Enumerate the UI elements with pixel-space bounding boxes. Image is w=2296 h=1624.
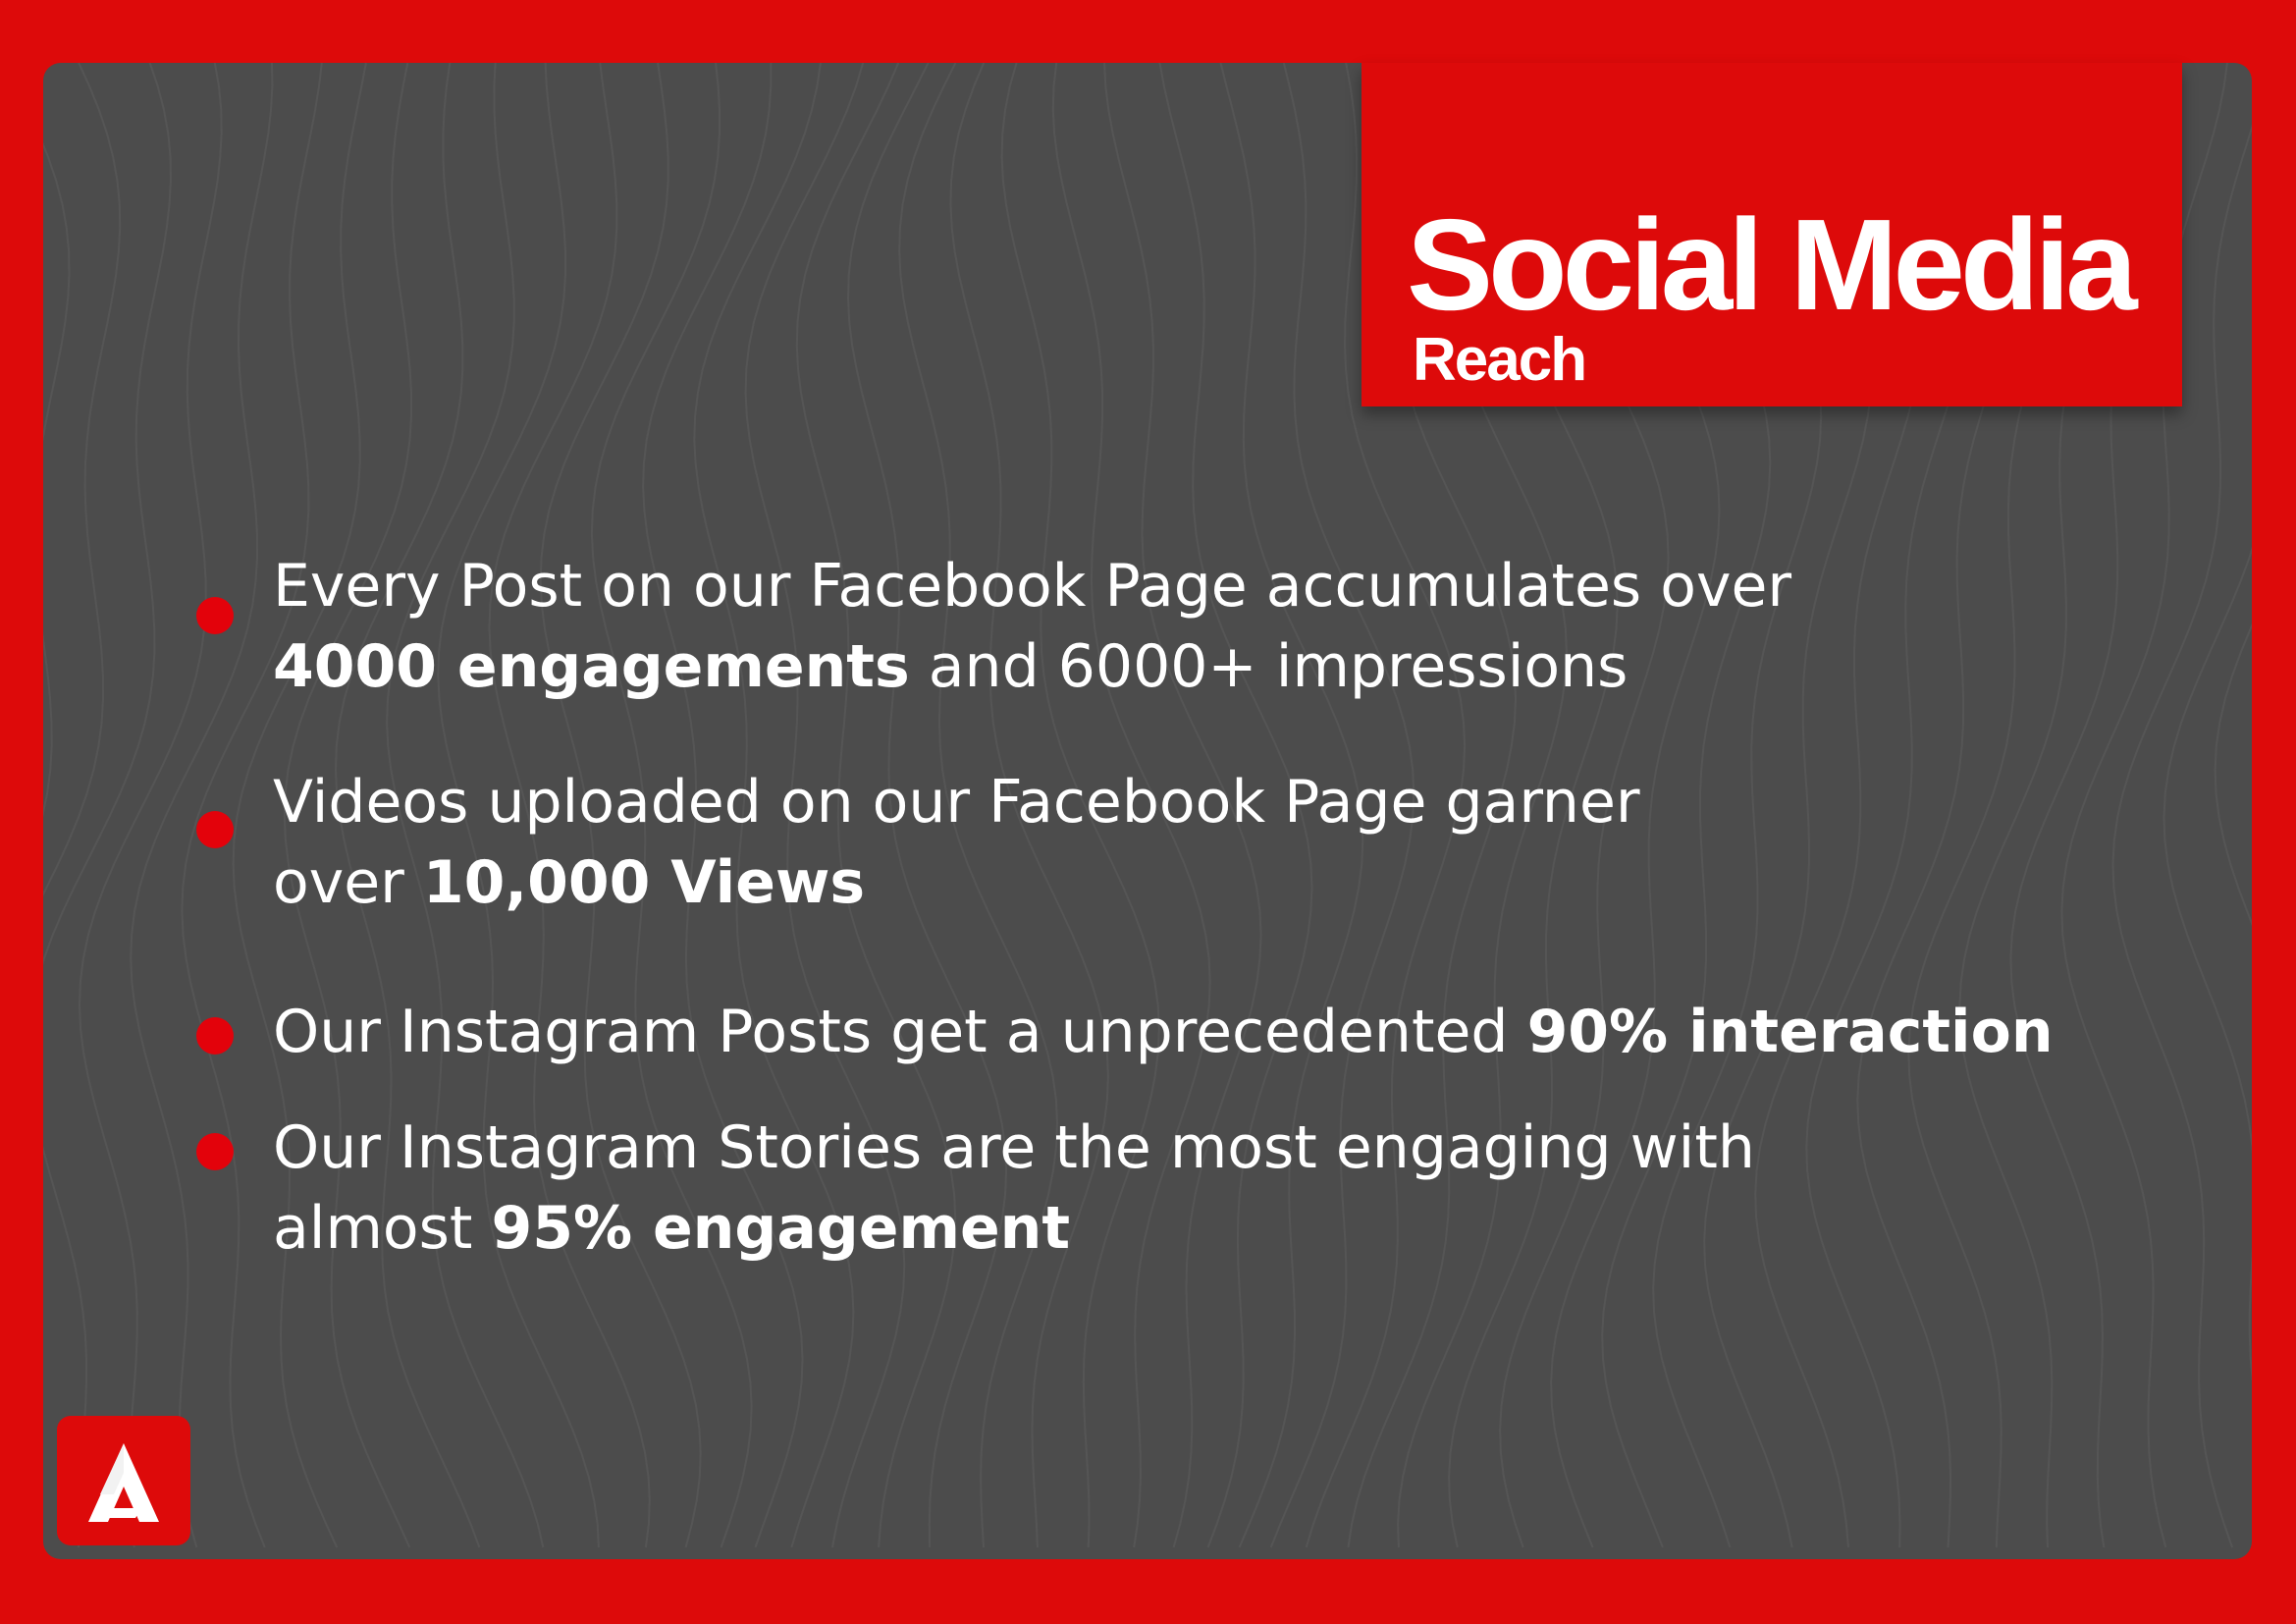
- title-box: Social Media Reach: [1362, 63, 2182, 406]
- bullet-1-line-2: 4000 engagements and 6000+ impressions: [273, 626, 1791, 707]
- wavy-line: [78, 63, 223, 1548]
- bullet-4-line-2-pre: almost: [273, 1194, 492, 1263]
- bullet-item-4: Our Instagram Stories are the most engag…: [273, 1108, 1755, 1269]
- bullet-2-line-2-pre: over: [273, 848, 423, 917]
- wavy-line: [43, 63, 172, 1548]
- bullet-1-highlight: 4000 engagements: [273, 632, 910, 701]
- wavy-line: [43, 63, 122, 896]
- bullet-item-3: Our Instagram Posts get a unprecedented …: [273, 992, 2054, 1072]
- page-title: Social Media: [1407, 192, 2138, 337]
- brand-logo: [57, 1416, 190, 1545]
- bullet-3-line-1: Our Instagram Posts get a unprecedented …: [273, 992, 2054, 1072]
- bullet-item-2: Videos uploaded on our Facebook Page gar…: [273, 762, 1640, 923]
- bullet-4-line-2: almost 95% engagement: [273, 1188, 1755, 1269]
- bullet-3-line-1-pre: Our Instagram Posts get a unprecedented: [273, 998, 1527, 1066]
- bullet-dot-2: [196, 811, 234, 848]
- bullet-2-highlight: 10,000 Views: [422, 848, 866, 917]
- a-letter-logo-icon: [88, 1443, 159, 1522]
- bullet-4-line-1: Our Instagram Stories are the most engag…: [273, 1113, 1755, 1182]
- bullet-item-1: Every Post on our Facebook Page accumula…: [273, 546, 1791, 707]
- bullet-dot-1: [196, 597, 234, 634]
- bullet-dot-3: [196, 1017, 234, 1055]
- bullet-2-line-2: over 10,000 Views: [273, 842, 1640, 923]
- bullet-4-highlight: 95% engagement: [491, 1194, 1071, 1263]
- wavy-line: [43, 141, 71, 818]
- bullet-dot-4: [196, 1133, 234, 1170]
- bullet-3-highlight: 90% interaction: [1526, 998, 2054, 1066]
- bullet-1-line-2-rest: and 6000+ impressions: [909, 632, 1629, 701]
- bullet-1-line-1: Every Post on our Facebook Page accumula…: [273, 552, 1792, 621]
- bullet-2-line-1: Videos uploaded on our Facebook Page gar…: [273, 768, 1640, 837]
- wavy-line: [2214, 623, 2252, 927]
- page-subtitle: Reach: [1413, 326, 1587, 394]
